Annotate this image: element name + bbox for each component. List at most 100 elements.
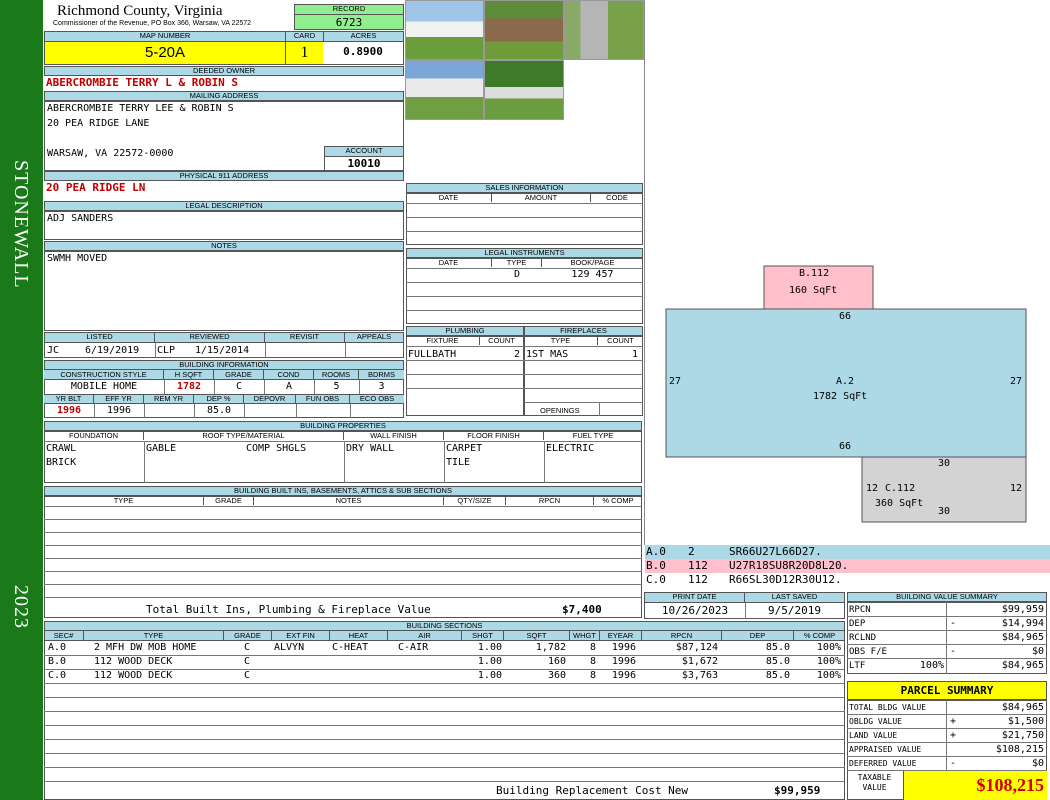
pl-h-fixture: FIXTURE: [406, 336, 480, 345]
builtins-total: $7,400: [562, 603, 602, 616]
bi2-h-grade: GRADE: [204, 496, 254, 505]
bvs-dep-label: DEP: [849, 619, 866, 629]
sketch-c-left-dim: 12: [866, 483, 879, 494]
listed-date: 6/19/2019: [85, 345, 140, 356]
sketch-a-left-dim: 27: [669, 376, 682, 387]
bi-bdrms: 3: [378, 381, 385, 392]
bvs-ltf-value: $84,965: [1001, 660, 1044, 671]
building-props-label: BUILDING PROPERTIES: [44, 421, 642, 431]
fireplaces-label: FIREPLACES: [524, 326, 643, 336]
sketch-code-a-code: 2: [688, 545, 695, 558]
print-date: 10/26/2023: [661, 604, 729, 617]
builtins-box: [44, 496, 642, 618]
bvs-ltf-pct: 100%: [919, 660, 944, 671]
row-a-sqft: 1,782: [535, 642, 566, 653]
commissioner-address: Commissioner of the Revenue, PO Box 366,…: [53, 20, 252, 27]
row-a-air: C-AIR: [398, 642, 429, 653]
row-a-heat: C-HEAT: [332, 642, 369, 653]
bi-effyr: 1996: [106, 405, 132, 416]
bs-h-dep: DEP: [722, 631, 794, 640]
ps-obldg-value: $1,500: [1007, 716, 1044, 727]
property-photo-5: [484, 60, 564, 120]
map-number: 5-20A: [45, 42, 285, 64]
bs-h-grade: GRADE: [224, 631, 272, 640]
bi-h-ecoobs: ECO OBS: [359, 394, 395, 403]
bi-h-dep: DEP %: [194, 394, 244, 403]
card-number: 1: [285, 42, 323, 64]
bi-grade: C: [235, 381, 243, 392]
ps-land-value: $21,750: [1001, 730, 1044, 741]
row-c-whgt: 8: [589, 670, 596, 681]
notes-label: NOTES: [44, 241, 404, 251]
row-b-grade: C: [244, 656, 251, 667]
ps-taxable-value: $108,215: [903, 771, 1047, 800]
bvs-rpcn-value: $99,959: [1001, 604, 1044, 615]
li-h-date: DATE: [406, 258, 492, 267]
ps-deferred-label: DEFERRED VALUE: [849, 759, 917, 768]
account-value: 10010: [347, 157, 381, 170]
bi2-h-rpcn: RPCN: [506, 496, 594, 505]
bp-h-floor: FLOOR FINISH: [444, 431, 544, 440]
review-row: LISTED REVIEWED REVISIT APPEALS JC 6/19/…: [44, 332, 404, 358]
acres-value: 0.8900: [343, 45, 383, 58]
bs-h-air: AIR: [388, 631, 462, 640]
li-book: 129 457: [571, 269, 614, 280]
sketch-code-a-vec: SR66U27L66D27.: [729, 545, 822, 558]
sketch-code-c-sec: C.0: [646, 573, 666, 586]
deeded-owner: ABERCROMBIE TERRY L & ROBIN S: [46, 76, 239, 89]
record-box: RECORD 6723: [294, 4, 404, 30]
ps-land-label: LAND VALUE: [849, 731, 898, 740]
li-type: D: [513, 269, 521, 280]
listed-by: JC: [47, 345, 60, 356]
account-box: ACCOUNT 10010: [324, 146, 404, 171]
bi-h-remyr: REM YR: [144, 394, 194, 403]
sketch-b-label: B.112: [799, 268, 830, 279]
fireplaces-box: [524, 336, 643, 416]
property-photo-3: [564, 0, 644, 60]
row-b-rpcn: $1,672: [681, 656, 718, 667]
row-b-eyear: 1996: [611, 656, 636, 667]
sales-h-date: DATE: [406, 193, 492, 202]
plumbing-box: [406, 336, 524, 416]
bp-wall: DRY WALL: [346, 443, 395, 454]
reviewed-label: REVIEWED: [155, 333, 265, 343]
sketch-b-area: 160 SqFt: [789, 285, 838, 296]
ps-appraised-value: $108,215: [995, 744, 1044, 755]
bp-h-fuel: FUEL TYPE: [572, 431, 614, 440]
sketch-code-c-code: 112: [688, 573, 708, 586]
mail-line-1: ABERCROMBIE TERRY LEE & ROBIN S: [47, 103, 234, 114]
listed-label: LISTED: [45, 333, 155, 343]
print-date-label: PRINT DATE: [645, 593, 745, 603]
last-saved-label: LAST SAVED: [745, 593, 844, 603]
row-a-whgt: 8: [589, 642, 596, 653]
notes-text: SWMH MOVED: [47, 253, 108, 264]
sketch-c-bottom-dim: 30: [938, 506, 951, 517]
row-c-rpcn: $3,763: [681, 670, 718, 681]
row-a-shgt: 1.00: [477, 642, 502, 653]
li-h-type: TYPE: [492, 258, 542, 267]
sketch-c-area: 360 SqFt: [875, 498, 924, 509]
bs-h-extfin: EXT FIN: [272, 631, 330, 640]
row-c-eyear: 1996: [611, 670, 636, 681]
bi-hsqft: 1782: [176, 381, 202, 392]
bi2-h-notes: NOTES: [254, 496, 444, 505]
openings-label: OPENINGS: [540, 406, 580, 415]
bs-h-sqft: SQFT: [504, 631, 570, 640]
sketch-a-top-dim: 66: [839, 311, 852, 322]
physical-address: 20 PEA RIDGE LN: [46, 181, 146, 194]
bi-h-bdrms: BDRMS: [367, 370, 396, 379]
row-a-grade: C: [244, 642, 251, 653]
sketch-code-c-vec: R66SL30D12R30U12.: [729, 573, 842, 586]
row-c-sqft: 360: [547, 670, 566, 681]
bs-h-sec: SEC#: [44, 631, 84, 640]
row-c-type: 112 WOOD DECK: [94, 670, 173, 681]
bs-h-shgt: SHGT: [462, 631, 504, 640]
bvs-label: BUILDING VALUE SUMMARY: [847, 592, 1047, 602]
row-a-dep: 85.0: [765, 642, 790, 653]
building-sketch: [665, 265, 1027, 523]
bvs-obs-value: $0: [1031, 646, 1044, 657]
bi-h-rooms: ROOMS: [314, 370, 359, 379]
property-photo-1: [405, 0, 484, 60]
sales-info-label: SALES INFORMATION: [406, 183, 643, 193]
parcel-summary-label: PARCEL SUMMARY: [847, 681, 1047, 700]
